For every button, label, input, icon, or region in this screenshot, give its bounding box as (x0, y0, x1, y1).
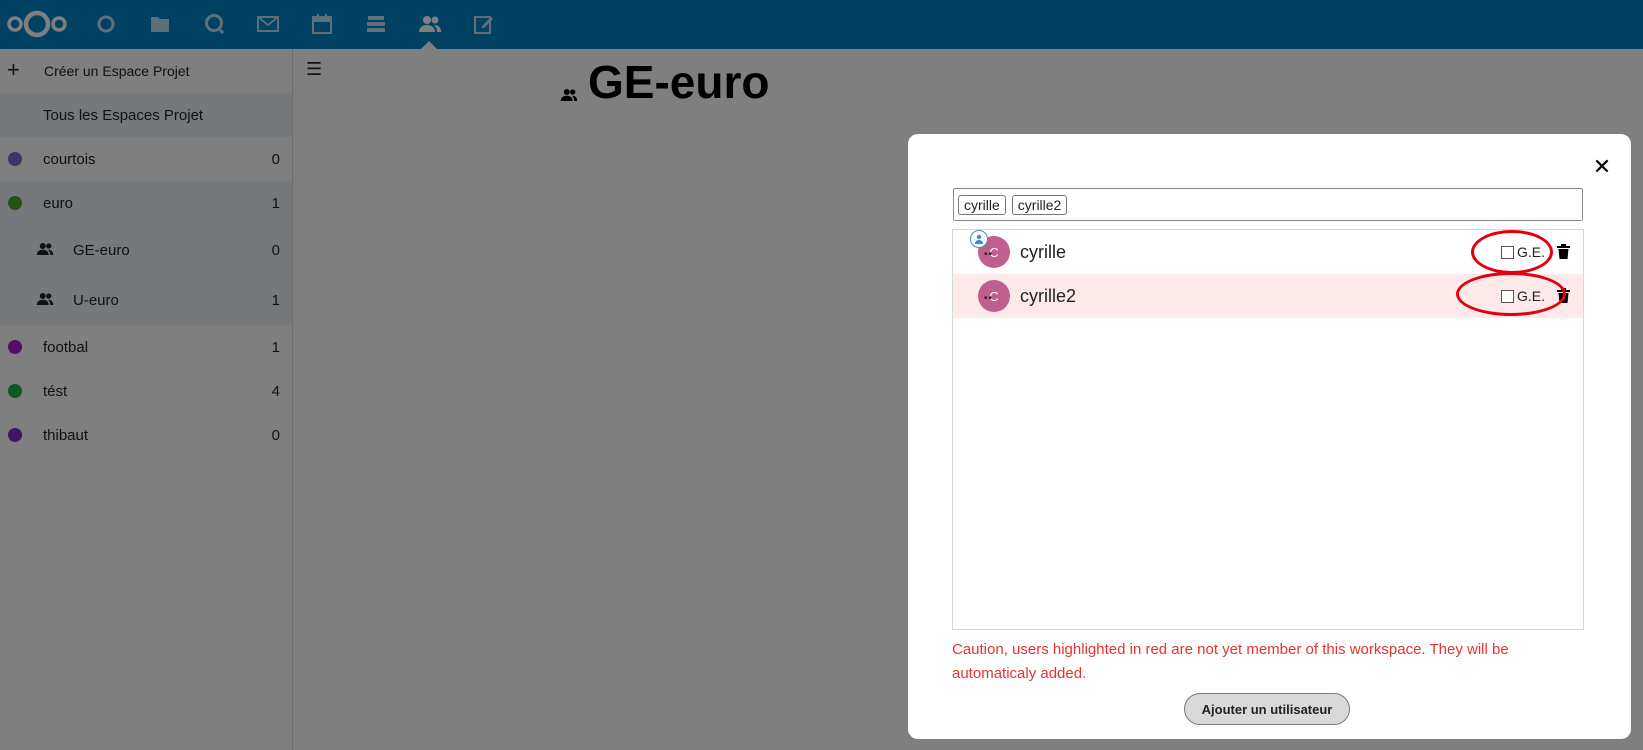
add-user-button[interactable]: Ajouter un utilisateur (1184, 693, 1350, 725)
selected-user-tag[interactable]: cyrille (958, 194, 1006, 215)
avatar-overlay-icon: •• (984, 293, 994, 304)
user-search-input[interactable]: cyrille cyrille2 (953, 188, 1583, 221)
user-status-icon (970, 230, 988, 248)
close-icon[interactable]: ✕ (1591, 154, 1613, 179)
user-name: cyrille (1020, 242, 1067, 262)
annotation-circle (1471, 230, 1553, 274)
avatar-overlay-icon: •• (984, 249, 994, 260)
selected-user-tag[interactable]: cyrille2 (1011, 194, 1068, 215)
annotation-circle (1456, 272, 1566, 316)
add-users-dialog: ✕ cyrille cyrille2 C •• cyrille G.E. C •… (908, 134, 1631, 739)
avatar: C •• (978, 280, 1010, 312)
user-name: cyrille2 (1020, 286, 1077, 306)
caution-message: Caution, users highlighted in red are no… (952, 641, 1509, 682)
trash-icon[interactable] (1557, 244, 1570, 264)
